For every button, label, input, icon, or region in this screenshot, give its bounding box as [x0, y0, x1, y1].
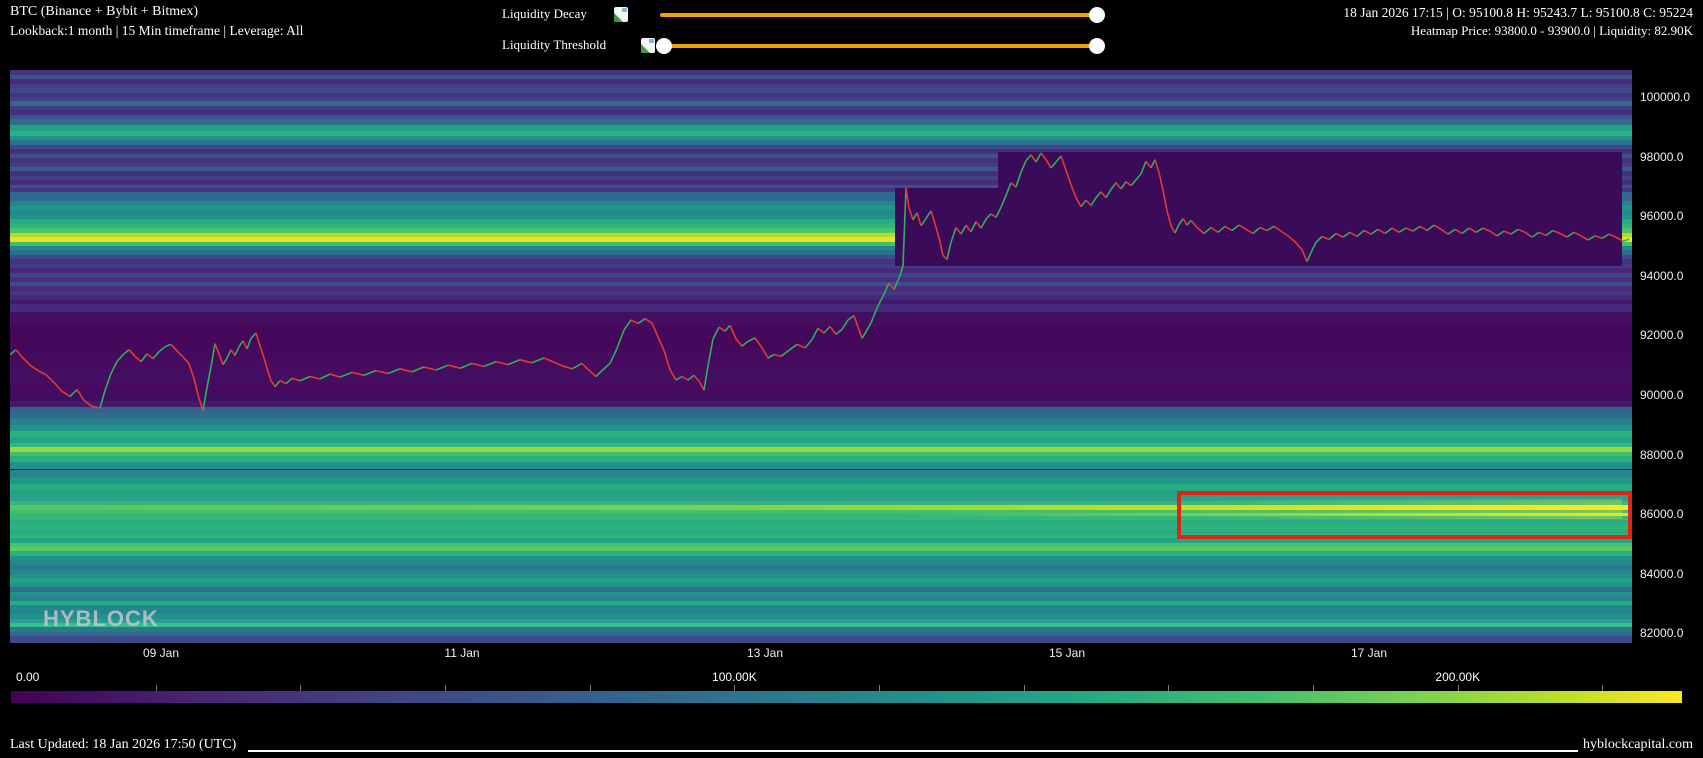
liquidity-decay-label: Liquidity Decay — [502, 6, 587, 22]
footer-divider-line — [248, 750, 1578, 752]
site-link[interactable]: hyblockcapital.com — [1583, 737, 1693, 753]
colorbar-tick — [1024, 685, 1025, 691]
date-tick-label: 17 Jan — [1351, 646, 1387, 660]
colorbar-tick — [1458, 685, 1459, 691]
colorbar-tick — [734, 685, 735, 691]
date-tick-label: 09 Jan — [143, 646, 179, 660]
image-placeholder-icon[interactable] — [641, 38, 655, 53]
price-tick-label: 98000.0 — [1640, 150, 1683, 164]
date-tick-label: 11 Jan — [444, 646, 479, 660]
price-tick-label: 100000.0 — [1640, 90, 1690, 104]
colorbar-tick — [1168, 685, 1169, 691]
heatmap-chart[interactable]: HYBLOCK — [10, 70, 1632, 643]
last-updated-text: Last Updated: 18 Jan 2026 17:50 (UTC) — [10, 737, 236, 753]
price-tick-label: 94000.0 — [1640, 269, 1683, 283]
liquidity-threshold-label: Liquidity Threshold — [502, 37, 606, 53]
colorbar-tick — [590, 685, 591, 691]
header-right: 18 Jan 2026 17:15 | O: 95100.8 H: 95243.… — [1343, 4, 1693, 40]
price-tick-label: 88000.0 — [1640, 448, 1683, 462]
slider-knob[interactable] — [1089, 38, 1105, 54]
image-placeholder-icon[interactable] — [614, 7, 628, 22]
liquidity-threshold-track[interactable] — [664, 44, 1097, 48]
liquidation-heatmap-app: BTC (Binance + Bybit + Bitmex) Lookback:… — [0, 0, 1703, 758]
colorbar-tick — [156, 685, 157, 691]
slider-knob[interactable] — [1089, 7, 1105, 23]
price-tick-label: 84000.0 — [1640, 567, 1683, 581]
price-tick-label: 96000.0 — [1640, 209, 1683, 223]
price-tick-label: 90000.0 — [1640, 388, 1683, 402]
colorbar-tick — [300, 685, 301, 691]
colorbar-tick — [445, 685, 446, 691]
colorbar-tick — [1602, 685, 1603, 691]
colorbar-gradient — [11, 691, 1682, 703]
colorbar-label: 200.00K — [1435, 670, 1480, 684]
highlight-box — [1177, 491, 1632, 539]
colorbar-label: 100.00K — [712, 670, 757, 684]
liquidity-decay-track[interactable] — [660, 13, 1097, 17]
price-tick-label: 86000.0 — [1640, 507, 1683, 521]
colorbar-tick — [1313, 685, 1314, 691]
price-tick-label: 92000.0 — [1640, 328, 1683, 342]
date-tick-label: 13 Jan — [747, 646, 783, 660]
colorbar-tick — [879, 685, 880, 691]
colorbar-label: 0.00 — [16, 670, 39, 684]
ohlc-readout: 18 Jan 2026 17:15 | O: 95100.8 H: 95243.… — [1343, 4, 1693, 21]
slider-knob[interactable] — [656, 38, 672, 54]
date-tick-label: 15 Jan — [1049, 646, 1085, 660]
heatmap-price-readout: Heatmap Price: 93800.0 - 93900.0 | Liqui… — [1343, 21, 1693, 40]
hyblock-watermark: HYBLOCK — [43, 606, 159, 632]
price-tick-label: 82000.0 — [1640, 626, 1683, 640]
price-line — [10, 70, 1632, 643]
